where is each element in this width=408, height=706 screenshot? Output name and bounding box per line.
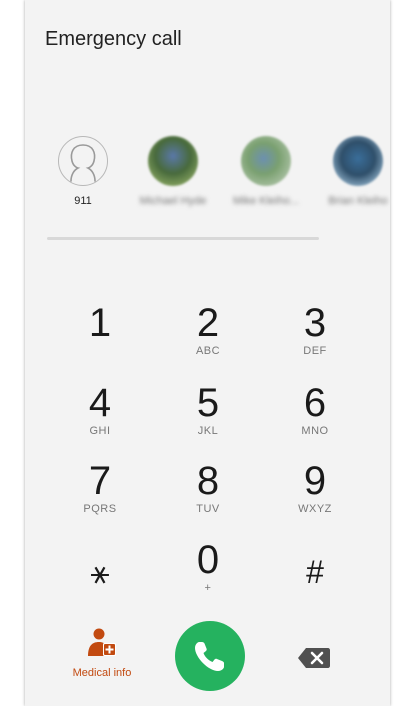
- key-letters: WXYZ: [298, 503, 332, 515]
- key-asterisk[interactable]: ⚹: [45, 552, 155, 624]
- contact-avatar: [148, 136, 198, 186]
- key-letters: +: [204, 582, 212, 594]
- key-letters: ABC: [195, 345, 221, 357]
- contact-name: 911: [74, 195, 92, 207]
- contact-avatar: [333, 136, 383, 186]
- key-digit: 4: [88, 381, 112, 425]
- key-4[interactable]: 4 GHI: [45, 383, 155, 455]
- page-title: Emergency call: [45, 28, 182, 50]
- person-outline-icon: [58, 136, 108, 186]
- key-letters: MNO: [301, 425, 329, 437]
- backspace-button[interactable]: [297, 646, 331, 675]
- key-7[interactable]: 7 PQRS: [45, 461, 155, 533]
- backspace-icon: [298, 648, 330, 668]
- key-digit: 6: [303, 381, 327, 425]
- contact-michael[interactable]: Michael Hyde: [135, 136, 211, 208]
- key-letters: PQRS: [83, 503, 117, 515]
- key-8[interactable]: 8 TUV: [153, 461, 263, 533]
- key-digit: 2: [196, 301, 220, 345]
- contact-name: Brian Kleiho: [328, 195, 388, 207]
- key-digit: 7: [88, 459, 112, 503]
- key-digit: ⚹: [90, 554, 110, 590]
- key-digit: #: [306, 554, 324, 590]
- key-1[interactable]: 1: [45, 303, 155, 375]
- key-digit: 1: [88, 301, 112, 345]
- medical-info-icon: [88, 628, 116, 656]
- contact-mike[interactable]: Mike Kleiho...: [228, 136, 304, 208]
- key-digit: 5: [196, 381, 220, 425]
- key-6[interactable]: 6 MNO: [260, 383, 370, 455]
- key-3[interactable]: 3 DEF: [260, 303, 370, 375]
- contact-brian[interactable]: Brian Kleiho: [320, 136, 390, 208]
- key-digit: 0: [196, 538, 220, 582]
- contact-911[interactable]: 911: [45, 136, 121, 208]
- key-letters: DEF: [303, 345, 327, 357]
- key-hash[interactable]: #: [260, 552, 370, 624]
- phone-icon: [195, 642, 224, 671]
- key-2[interactable]: 2 ABC: [153, 303, 263, 375]
- key-digit: 9: [303, 459, 327, 503]
- emergency-dialer-screen: Emergency call 911 Michael Hyde Mike Kle…: [25, 0, 390, 706]
- contact-avatar: [241, 136, 291, 186]
- key-letters: JKL: [197, 425, 219, 437]
- key-5[interactable]: 5 JKL: [153, 383, 263, 455]
- key-digit: 3: [303, 301, 327, 345]
- key-9[interactable]: 9 WXYZ: [260, 461, 370, 533]
- contact-name: Mike Kleiho...: [232, 195, 300, 207]
- call-button[interactable]: [175, 621, 245, 691]
- key-letters: GHI: [89, 425, 111, 437]
- medical-info-button[interactable]: Medical info: [57, 628, 147, 679]
- scroll-indicator: [47, 237, 319, 240]
- key-letters: TUV: [196, 503, 220, 515]
- key-digit: 8: [196, 459, 220, 503]
- medical-info-label: Medical info: [72, 667, 132, 679]
- key-0[interactable]: 0 +: [153, 540, 263, 612]
- contact-name: Michael Hyde: [139, 195, 207, 207]
